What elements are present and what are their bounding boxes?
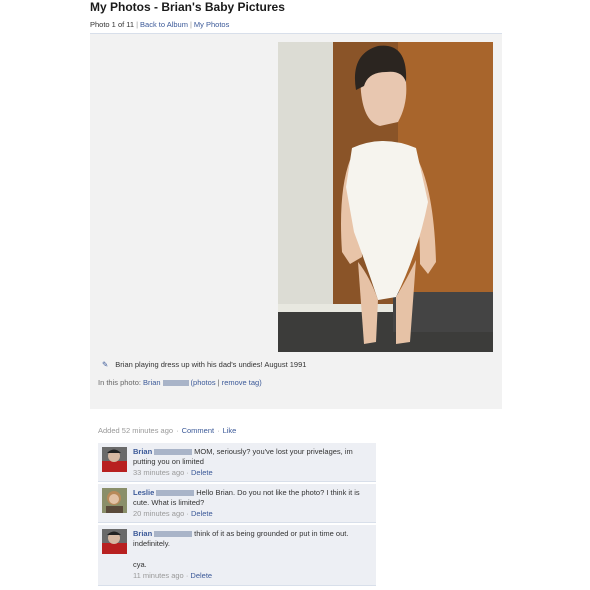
back-to-album-link[interactable]: Back to Album — [140, 20, 188, 29]
pencil-icon[interactable]: ✎ — [102, 360, 108, 369]
meta-dot: · — [176, 426, 179, 435]
comment-time-row: 11 minutes ago · Delete — [133, 571, 213, 580]
like-link[interactable]: Like — [223, 426, 237, 435]
avatar-image — [102, 488, 127, 513]
photo-tags: In this photo: Brian (photos | remove tag… — [98, 378, 262, 387]
comment-body: Leslie Hello Brian. Do you not like the p… — [133, 488, 370, 519]
caption-text: Brian playing dress up with his dad's un… — [115, 360, 307, 369]
subnav-divider: | — [136, 20, 139, 29]
comment-body: Brian think of it as being grounded or pu… — [133, 529, 370, 581]
photo-illustration — [278, 42, 493, 352]
comment-item: Brian MOM, seriously? you've lost your pr… — [98, 443, 376, 482]
delete-comment-link[interactable]: Delete — [191, 509, 213, 518]
comment-time-row: 33 minutes ago · Delete — [133, 468, 213, 477]
photo-meta: Added 52 minutes ago · Comment · Like — [98, 426, 236, 435]
page-title: My Photos - Brian's Baby Pictures — [90, 0, 285, 14]
avatar-image — [102, 447, 127, 472]
redaction-bar — [162, 380, 189, 387]
comment-author[interactable]: Brian — [133, 447, 152, 456]
comment-text-extra: cya. — [133, 560, 147, 569]
avatar-image — [102, 529, 127, 554]
comment-author[interactable]: Leslie — [133, 488, 154, 497]
avatar[interactable] — [102, 529, 127, 554]
avatar[interactable] — [102, 488, 127, 513]
comment-body: Brian MOM, seriously? you've lost your pr… — [133, 447, 370, 478]
my-photos-link[interactable]: My Photos — [194, 20, 229, 29]
redaction-bar — [154, 449, 193, 456]
comment-time: 20 minutes ago — [133, 509, 185, 518]
delete-comment-link[interactable]: Delete — [190, 571, 212, 580]
photos-link[interactable]: (photos — [191, 378, 216, 387]
comment-time: 11 minutes ago — [133, 571, 184, 580]
comment-author[interactable]: Brian — [133, 529, 152, 538]
photo-caption: ✎ Brian playing dress up with his dad's u… — [102, 360, 306, 369]
avatar[interactable] — [102, 447, 127, 472]
photo-image[interactable] — [278, 42, 493, 352]
subnav-divider: | — [189, 20, 192, 29]
added-time: Added 52 minutes ago — [98, 426, 174, 435]
redaction-bar — [154, 531, 193, 538]
photo-subnav: Photo 1 of 11 | Back to Album | My Photos — [90, 20, 229, 29]
comment-item: Brian think of it as being grounded or pu… — [98, 525, 376, 586]
redaction-bar — [156, 490, 195, 497]
photo-count: Photo 1 of 11 — [90, 20, 135, 29]
remove-tag-link[interactable]: remove tag) — [222, 378, 262, 387]
comment-item: Leslie Hello Brian. Do you not like the p… — [98, 484, 376, 523]
tag-name-link[interactable]: Brian — [143, 378, 161, 387]
photo-viewer: ✎ Brian playing dress up with his dad's u… — [90, 33, 502, 409]
tags-label: In this photo: — [98, 378, 144, 387]
comment-link[interactable]: Comment — [182, 426, 215, 435]
comment-time-row: 20 minutes ago · Delete — [133, 509, 213, 518]
comment-time: 33 minutes ago — [133, 468, 185, 477]
delete-comment-link[interactable]: Delete — [191, 468, 213, 477]
meta-dot: · — [217, 426, 220, 435]
